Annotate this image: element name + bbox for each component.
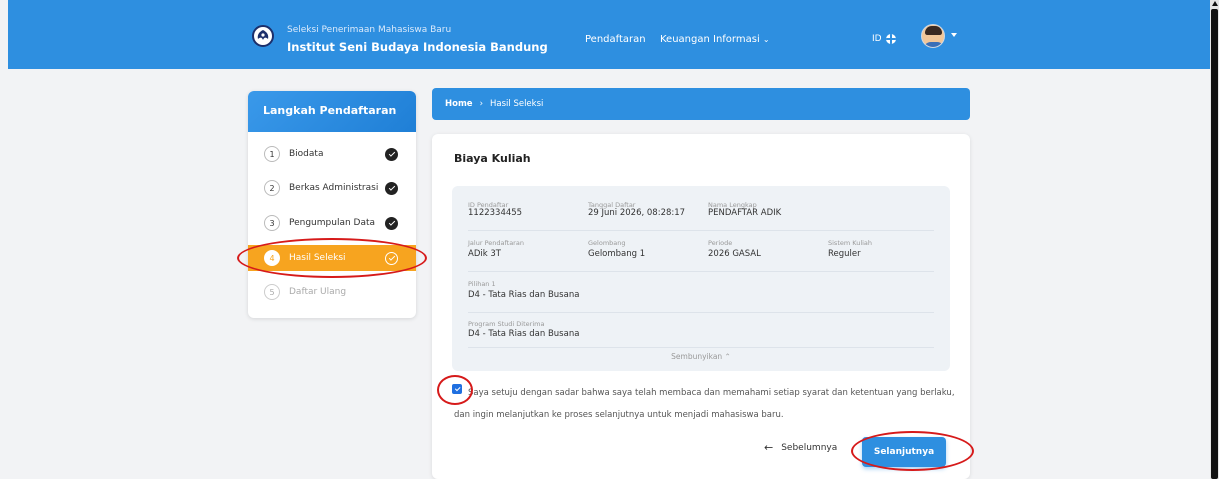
breadcrumb: Home › Hasil Seleksi xyxy=(432,88,970,120)
language-switcher[interactable]: ID xyxy=(872,34,896,44)
step-number: 1 xyxy=(264,146,280,162)
divider xyxy=(468,271,934,272)
applicant-info-box: ID Pendaftar 1122334455 Tanggal Daftar 2… xyxy=(452,186,950,371)
divider xyxy=(468,230,934,231)
step-daftar-ulang[interactable]: 5 Daftar Ulang xyxy=(248,279,416,305)
step-hasil-seleksi[interactable]: 4 Hasil Seleksi xyxy=(248,245,416,271)
divider xyxy=(468,312,934,313)
pilihan-label: Pilihan 1 xyxy=(468,280,496,288)
brand-title[interactable]: Institut Seni Budaya Indonesia Bandung xyxy=(287,40,548,54)
gelombang-label: Gelombang xyxy=(588,239,626,247)
sistem-label: Sistem Kuliah xyxy=(828,239,873,247)
next-button[interactable]: Selanjutnya xyxy=(862,437,946,467)
nav-keuangan[interactable]: Keuangan xyxy=(660,34,710,45)
breadcrumb-home[interactable]: Home xyxy=(445,99,473,109)
scrollbar-thumb[interactable] xyxy=(1211,9,1218,479)
step-label: Biodata xyxy=(289,149,324,159)
step-label: Daftar Ulang xyxy=(289,287,347,297)
caret-down-icon[interactable] xyxy=(951,33,957,37)
agreement-checkbox[interactable] xyxy=(452,384,462,394)
check-circle-icon xyxy=(385,251,398,265)
steps-title: Langkah Pendaftaran xyxy=(248,91,416,132)
sistem-value: Reguler xyxy=(828,249,861,259)
step-berkas-administrasi[interactable]: 2 Berkas Administrasi xyxy=(248,175,416,201)
avatar[interactable] xyxy=(921,24,945,48)
nav-informasi-label: Informasi xyxy=(713,34,760,45)
nav-pendaftaran[interactable]: Pendaftaran xyxy=(585,34,646,45)
periode-label: Periode xyxy=(708,239,733,247)
step-biodata[interactable]: 1 Biodata xyxy=(248,141,416,167)
breadcrumb-current: Hasil Seleksi xyxy=(489,99,544,109)
step-label: Berkas Administrasi xyxy=(289,183,379,193)
result-card: Biaya Kuliah ID Pendaftar 1122334455 Tan… xyxy=(432,134,970,479)
step-number: 4 xyxy=(264,250,280,266)
step-label: Pengumpulan Data xyxy=(289,218,376,228)
nav-informasi[interactable]: Informasi ⌄ xyxy=(713,34,770,45)
prodi-value: D4 - Tata Rias dan Busana xyxy=(468,329,580,339)
gelombang-value: Gelombang 1 xyxy=(588,249,646,259)
pilihan-value: D4 - Tata Rias dan Busana xyxy=(468,290,580,300)
arrow-left-icon: ← xyxy=(764,441,774,454)
name-value: PENDAFTAR ADIK xyxy=(708,208,782,218)
brand-subtitle: Seleksi Penerimaan Mahasiswa Baru xyxy=(287,25,452,35)
agreement-text: Saya setuju dengan sadar bahwa saya tela… xyxy=(454,388,955,420)
periode-value: 2026 GASAL xyxy=(708,249,761,259)
logo-emblem-icon[interactable] xyxy=(252,25,274,47)
chevron-down-icon: ⌄ xyxy=(762,35,770,44)
prodi-label: Program Studi Diterima xyxy=(468,320,545,328)
breadcrumb-separator-icon: › xyxy=(479,99,483,109)
registration-steps-panel: Langkah Pendaftaran 1 Biodata 2 Berkas A… xyxy=(248,91,416,318)
jalur-label: Jalur Pendaftaran xyxy=(468,239,524,247)
step-number: 2 xyxy=(264,180,280,196)
id-value: 1122334455 xyxy=(468,208,523,218)
scroll-up-arrow-icon[interactable] xyxy=(1212,1,1218,6)
check-circle-icon xyxy=(385,181,398,195)
scrollbar[interactable] xyxy=(1210,0,1219,479)
previous-button[interactable]: ← Sebelumnya xyxy=(764,441,837,454)
check-circle-icon xyxy=(385,147,398,161)
step-number: 3 xyxy=(264,215,280,231)
hide-details-button[interactable]: Sembunyikan ⌃ xyxy=(452,352,950,361)
card-title: Biaya Kuliah xyxy=(454,152,531,165)
divider xyxy=(468,347,934,348)
step-label: Hasil Seleksi xyxy=(289,253,346,263)
step-pengumpulan-data[interactable]: 3 Pengumpulan Data xyxy=(248,210,416,236)
jalur-value: ADik 3T xyxy=(468,249,501,259)
step-number: 5 xyxy=(264,284,280,300)
check-circle-icon xyxy=(385,216,398,230)
previous-label: Sebelumnya xyxy=(781,442,838,453)
globe-icon xyxy=(885,34,896,44)
date-value: 29 Juni 2026, 08:28:17 xyxy=(588,208,686,218)
language-code: ID xyxy=(872,34,882,44)
